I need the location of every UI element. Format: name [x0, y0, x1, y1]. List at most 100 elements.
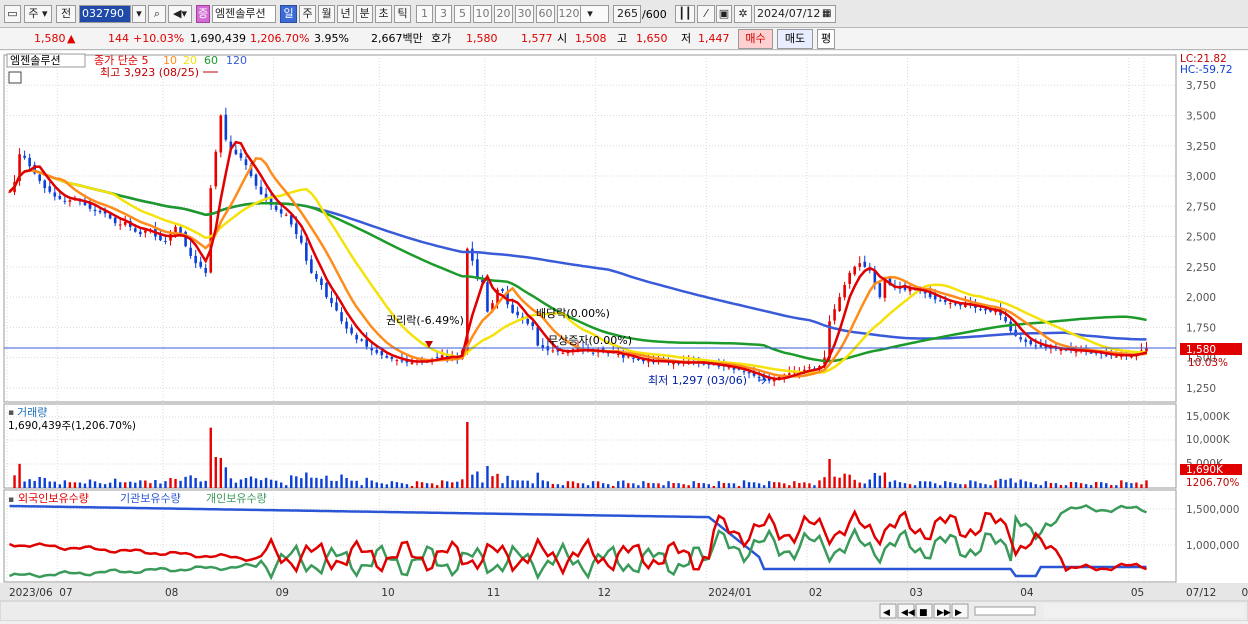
holding-tick: 1,000,000	[1186, 540, 1239, 552]
period-tab-2[interactable]: 월	[318, 5, 335, 23]
period-tab-4[interactable]: 분	[356, 5, 373, 23]
x-tick-label: 03	[910, 587, 923, 599]
volume-bar	[883, 472, 887, 488]
draw-tool-icon[interactable]: ⁄	[697, 5, 715, 23]
gear-icon[interactable]: ✲	[734, 5, 752, 23]
save-icon[interactable]: ▣	[716, 5, 732, 23]
period-tab-6[interactable]: 틱	[394, 5, 411, 23]
prev-button[interactable]: 전	[56, 5, 76, 23]
candle-body	[1019, 337, 1023, 340]
volume-value: 1,690,439	[190, 32, 246, 45]
count-input[interactable]: 265	[613, 5, 641, 23]
candle-body	[627, 356, 630, 358]
candle-body	[144, 230, 147, 233]
calendar-icon[interactable]: ▦	[822, 8, 831, 19]
period-tab-3[interactable]: 년	[337, 5, 354, 23]
interval-button-30[interactable]: 30	[515, 5, 534, 23]
interval-button-20[interactable]: 20	[494, 5, 513, 23]
period-tab-0[interactable]: 일	[280, 5, 297, 23]
volume-bar	[742, 480, 746, 488]
candle-body	[808, 367, 811, 369]
buy-button[interactable]: 매수	[738, 29, 773, 49]
candle-body	[330, 297, 333, 304]
stock-name-field[interactable]: 엠젠솔루션	[212, 5, 276, 23]
volume-current-pct: 1206.70%	[1186, 477, 1239, 489]
candle-body	[984, 308, 987, 311]
period-tab-5[interactable]: 초	[375, 5, 392, 23]
x-tick-label: 04	[1020, 587, 1034, 599]
stock-chart[interactable]: 1,2501,5001,7502,0002,2502,5002,7503,000…	[0, 51, 1248, 622]
volume-bar	[999, 478, 1002, 488]
volume-bar	[23, 481, 26, 488]
volume-bar	[727, 483, 731, 488]
sell-button[interactable]: 매도	[777, 29, 813, 49]
interval-button-60[interactable]: 60	[536, 5, 555, 23]
candle-body	[350, 327, 353, 334]
candle-body	[471, 248, 474, 261]
volume-bar	[476, 471, 479, 488]
price-change: 144	[108, 32, 129, 45]
candle-body	[133, 228, 137, 232]
volume-bar	[1089, 485, 1093, 488]
speaker-icon[interactable]: ◀▾	[168, 5, 192, 23]
bonus-annotation: 무상증자(0.00%)	[548, 334, 632, 347]
candle-body	[113, 217, 117, 224]
volume-bar	[843, 473, 846, 488]
interval-button-3[interactable]: 3	[435, 5, 452, 23]
volume-bar	[617, 481, 620, 488]
candle-body	[551, 350, 555, 352]
volume-bar	[1044, 481, 1048, 488]
candle-body	[43, 180, 47, 189]
window-menu-icon[interactable]: ▭	[4, 5, 21, 23]
volume-bar	[928, 481, 932, 488]
rights-annotation: 권리락(-6.49%)	[386, 314, 464, 327]
volume-bar	[360, 485, 363, 488]
stock-code-input[interactable]: 032790	[79, 5, 131, 23]
interval-button-10[interactable]: 10	[473, 5, 492, 23]
market-select[interactable]: 주 ▾	[24, 5, 52, 23]
volume-bar	[923, 481, 927, 488]
volume-bar	[536, 472, 539, 488]
candle-body	[526, 318, 529, 324]
candle-type-icon[interactable]: ┃┃	[675, 5, 695, 23]
period-tab-1[interactable]: 주	[299, 5, 316, 23]
volume-bar	[752, 482, 756, 488]
volume-bar	[581, 483, 585, 488]
volume-bar	[204, 480, 207, 488]
volume-bar	[239, 479, 243, 488]
volume-bar	[828, 459, 831, 488]
volume-bar	[692, 481, 695, 488]
volume-bar	[486, 466, 489, 488]
volume-bar	[194, 478, 197, 488]
volume-bar	[757, 483, 761, 488]
volume-bar	[440, 480, 444, 488]
candle-body	[1029, 340, 1033, 345]
volume-bar	[1105, 483, 1108, 488]
volume-bar	[652, 483, 655, 488]
volume-bar	[702, 483, 705, 488]
candle-body	[848, 272, 851, 284]
volume-bar	[189, 475, 192, 488]
search-icon[interactable]: ⌕	[148, 5, 166, 23]
candle-body	[637, 358, 640, 361]
candle-body	[53, 192, 57, 197]
volume-bar	[903, 483, 907, 488]
interval-button-1[interactable]: 1	[416, 5, 433, 23]
volume-bar	[526, 480, 529, 488]
volume-bar	[712, 486, 716, 488]
eval-button[interactable]: 평	[817, 29, 835, 49]
candle-body	[209, 188, 213, 273]
interval-button-5[interactable]: 5	[454, 5, 471, 23]
market-badge: 증	[196, 5, 210, 23]
code-dropdown-icon[interactable]: ▾	[132, 5, 146, 23]
volume-bar	[1054, 483, 1058, 488]
y-tick-label: 3,750	[1186, 80, 1216, 92]
x-tick-label: 11	[487, 587, 500, 599]
volume-bar	[435, 485, 439, 488]
volume-bar	[451, 482, 454, 488]
interval-button-120[interactable]: 120	[557, 5, 581, 23]
chart-area[interactable]: 1,250 1,500 1,750 2,000 2,250 2,500 2,750 3,000…	[0, 51, 1248, 622]
volume-bar	[1135, 482, 1138, 488]
volume-bar	[108, 482, 112, 488]
candle-body	[1024, 339, 1028, 342]
